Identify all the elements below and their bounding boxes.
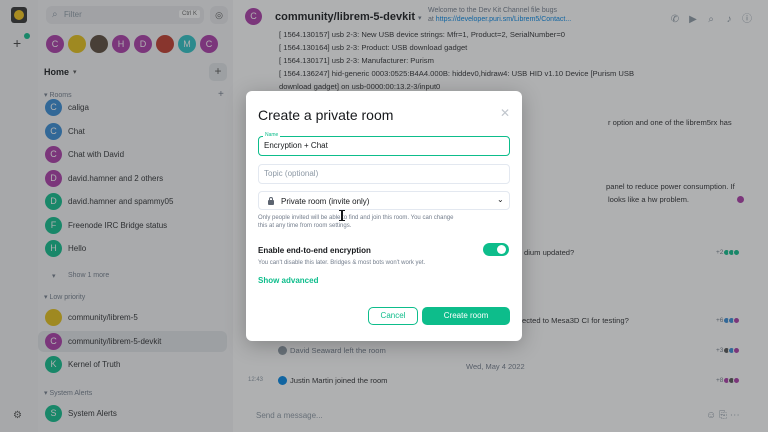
visibility-select[interactable]: Private room (invite only) ⌄ xyxy=(258,191,510,210)
e2e-hint: You can't disable this later. Bridges & … xyxy=(258,260,426,266)
topic-field[interactable] xyxy=(258,164,510,184)
cancel-button[interactable]: Cancel xyxy=(368,307,418,325)
visibility-value: Private room (invite only) xyxy=(281,197,370,206)
lock-icon xyxy=(268,197,274,205)
room-name-input[interactable] xyxy=(264,141,504,150)
show-advanced-link[interactable]: Show advanced xyxy=(258,276,318,285)
create-room-dialog: Create a private room ✕ Name Private roo… xyxy=(246,91,522,341)
visibility-hint: Only people invited will be able to find… xyxy=(258,215,454,229)
e2e-label: Enable end-to-end encryption xyxy=(258,246,371,255)
dialog-title: Create a private room xyxy=(258,107,394,123)
text-cursor-icon xyxy=(339,210,345,221)
create-room-button[interactable]: Create room xyxy=(422,307,510,325)
e2e-toggle[interactable] xyxy=(483,243,509,256)
chevron-down-icon: ⌄ xyxy=(497,195,504,204)
topic-input[interactable] xyxy=(264,169,504,178)
room-name-field[interactable]: Name xyxy=(258,132,510,156)
close-icon[interactable]: ✕ xyxy=(500,106,510,120)
field-label: Name xyxy=(263,132,281,138)
